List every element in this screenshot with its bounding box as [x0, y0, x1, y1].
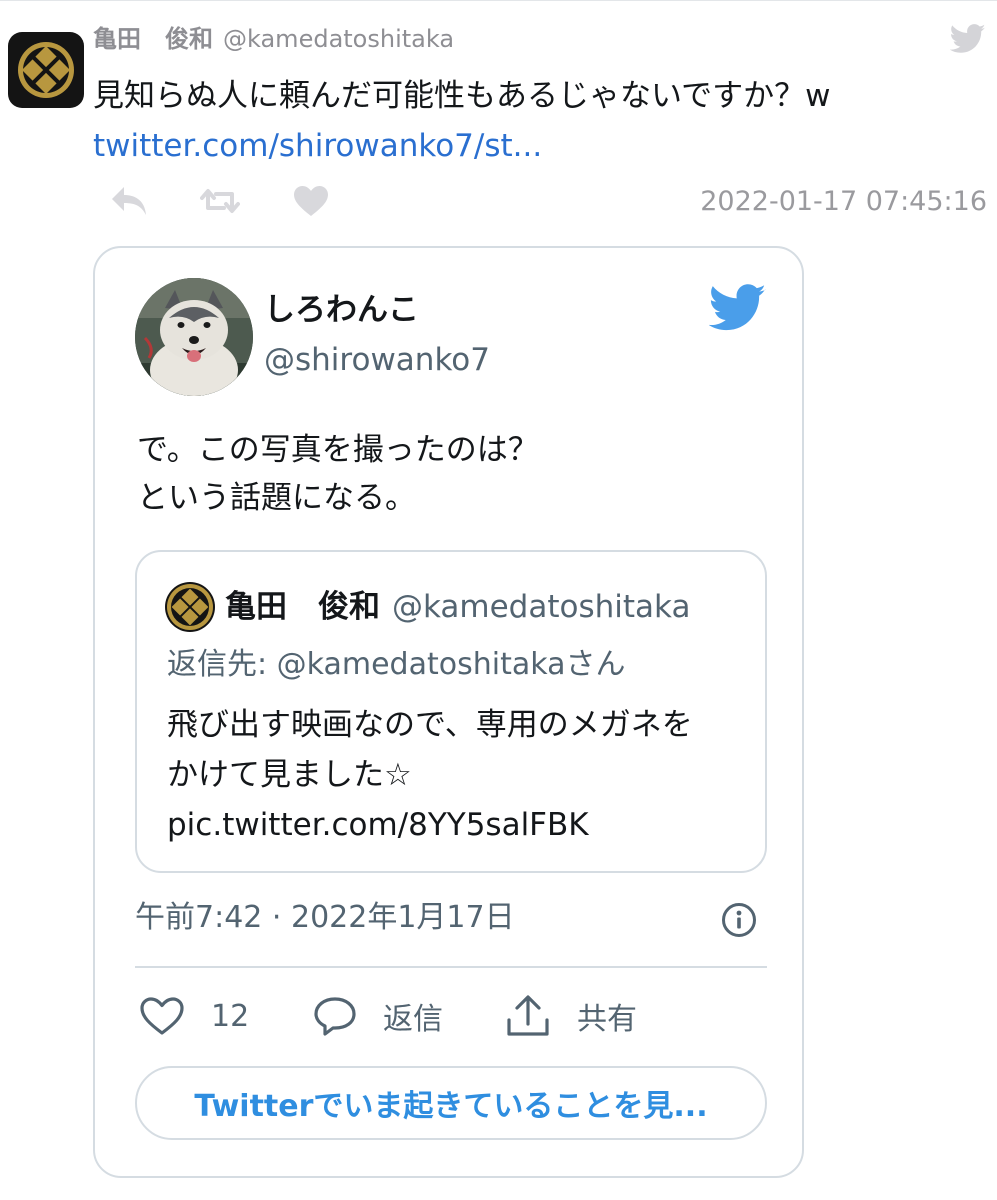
quoted-author-handle[interactable]: @kamedatoshitaka: [392, 589, 690, 625]
info-icon[interactable]: [721, 902, 757, 938]
share-label: 共有: [577, 1002, 637, 1037]
like-count: 12: [211, 998, 250, 1034]
card-divider: [135, 966, 767, 968]
quoted-author-avatar[interactable]: [165, 582, 215, 632]
quoted-text-line: 飛び出す映画なので、専用のメガネを: [167, 707, 693, 743]
embed-reply-button[interactable]: 返信: [313, 994, 443, 1038]
quoted-pic-link[interactable]: pic.twitter.com/8YY5salFBK: [167, 800, 693, 850]
top-divider: [0, 0, 997, 1]
quoted-text: 飛び出す映画なので、専用のメガネを かけて見ました☆ pic.twitter.c…: [167, 700, 693, 850]
heart-icon: [140, 997, 184, 1035]
retweet-button[interactable]: [200, 184, 240, 218]
like-button[interactable]: [293, 184, 329, 218]
embed-text-line: という話題になる。: [137, 480, 416, 516]
embed-author-handle[interactable]: @shirowanko7: [264, 340, 490, 380]
embed-author-name[interactable]: しろわんこ: [264, 290, 419, 330]
embed-tweet-text: で。この写真を撮ったのは？ という話題になる。: [137, 426, 539, 522]
tweet-author-name[interactable]: 亀田 俊和: [93, 25, 213, 53]
reply-label: 返信: [383, 1002, 443, 1037]
tweet-text: 見知らぬ人に頼んだ可能性もあるじゃないですか？w: [93, 78, 831, 114]
share-icon: [507, 995, 549, 1036]
twitter-logo-icon[interactable]: [709, 284, 767, 332]
husky-photo: [135, 278, 253, 396]
tweet-header: 亀田 俊和 @kamedatoshitaka: [93, 22, 454, 56]
quoted-tweet[interactable]: 亀田 俊和 @kamedatoshitaka 返信先: @kamedatoshit…: [135, 550, 767, 873]
quoted-header: 亀田 俊和 @kamedatoshitaka: [225, 586, 690, 628]
reply-button[interactable]: [110, 184, 148, 218]
quoted-reply-to: 返信先: @kamedatoshitakaさん: [167, 647, 626, 682]
embed-text-line: で。この写真を撮ったのは？: [137, 432, 539, 468]
family-crest-icon: [18, 42, 74, 98]
see-whats-happening-button[interactable]: Twitterでいま起きていることを見...: [135, 1066, 767, 1140]
family-crest-icon: [167, 584, 213, 630]
reply-icon: [112, 187, 146, 215]
embedded-tweet-card[interactable]: しろわんこ @shirowanko7 で。この写真を撮ったのは？ という話題にな…: [93, 246, 804, 1178]
user-avatar[interactable]: [8, 32, 84, 108]
quoted-author-name[interactable]: 亀田 俊和: [225, 589, 380, 625]
tweet-link[interactable]: twitter.com/shirowanko7/st...: [93, 124, 542, 168]
embed-author-avatar[interactable]: [135, 278, 253, 396]
embed-date[interactable]: 午前7:42 · 2022年1月17日: [135, 898, 515, 938]
embed-like-button[interactable]: 12: [139, 994, 249, 1038]
twitter-bird-icon: [950, 24, 986, 54]
retweet-icon: [200, 189, 240, 213]
quoted-text-line: かけて見ました☆: [167, 757, 412, 793]
embed-share-button[interactable]: 共有: [505, 994, 637, 1038]
tweet-timestamp: 2022-01-17 07:45:16: [700, 186, 987, 217]
speech-bubble-icon: [314, 997, 356, 1036]
tweet-author-handle[interactable]: @kamedatoshitaka: [223, 25, 454, 53]
like-icon: [294, 186, 328, 216]
